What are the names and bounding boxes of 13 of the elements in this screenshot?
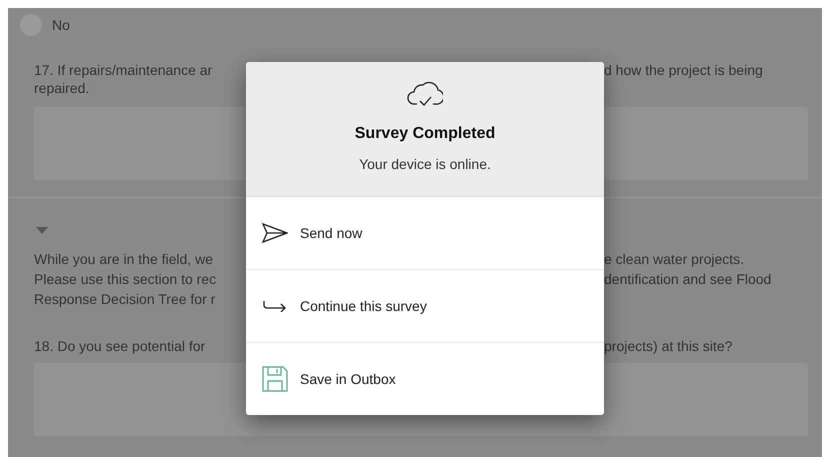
question-text: Please use this section to rec — [34, 271, 216, 287]
question-text: 17. If repairs/maintenance ar — [34, 62, 212, 78]
question-text: d how the project is being — [604, 62, 763, 78]
option-label: No — [52, 16, 70, 34]
question-text: While you are in the field, we — [34, 251, 213, 267]
question-text: projects) at this site? — [604, 338, 732, 354]
question-text: dentification and see Flood — [604, 271, 772, 287]
question-text: e clean water projects. — [604, 251, 744, 267]
dialog-title: Survey Completed — [354, 124, 496, 144]
question-text: repaired. — [34, 80, 90, 96]
question-text: Response Decision Tree for r — [34, 291, 216, 307]
dialog-message: Your device is online. — [359, 155, 491, 174]
question-text: 18. Do you see potential for — [34, 338, 206, 354]
